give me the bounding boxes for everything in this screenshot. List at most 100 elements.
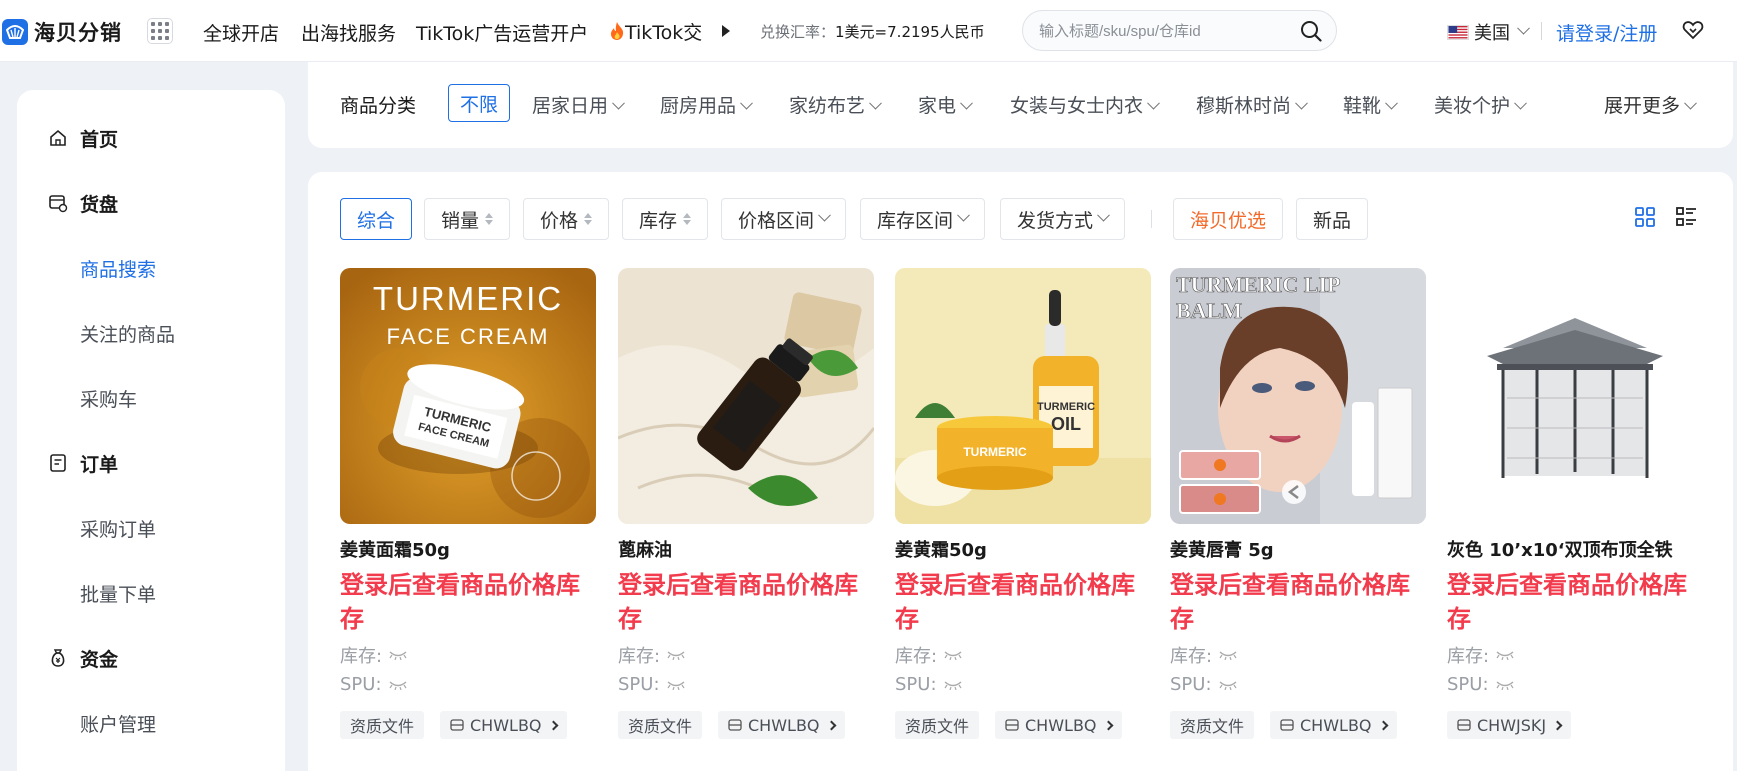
sidebar-item-account-management[interactable]: 账户管理 bbox=[17, 703, 285, 743]
stock-label: 库存: bbox=[1170, 646, 1213, 667]
sidebar-item-followed-products[interactable]: 关注的商品 bbox=[17, 313, 285, 353]
product-card[interactable]: 蓖麻油 登录后查看商品价格库存 库存: SPU: bbox=[618, 268, 874, 738]
exchange-rate-label: 兑换汇率： bbox=[760, 23, 836, 41]
warehouse-tag[interactable]: CHWLBQ bbox=[440, 711, 567, 739]
top-bar: 海贝分销 全球开店 出海找服务 TikTok广告运营开户 TikTok交 兑换汇… bbox=[0, 0, 1737, 62]
warehouse-tag[interactable]: CHWLBQ bbox=[1270, 711, 1397, 739]
product-spu: SPU: bbox=[1170, 674, 1238, 695]
category-home-textiles[interactable]: 家纺布艺 bbox=[789, 91, 882, 118]
qualification-docs-tag[interactable]: 资质文件 bbox=[895, 711, 980, 739]
sidebar-item-goods[interactable]: 货盘 bbox=[17, 183, 285, 223]
product-price-login-hint[interactable]: 登录后查看商品价格库存 bbox=[1170, 568, 1426, 636]
product-image[interactable]: TURMERIC FACE CREAM TURMERIC FACE CREAM bbox=[340, 268, 596, 524]
product-price-login-hint[interactable]: 登录后查看商品价格库存 bbox=[895, 568, 1151, 636]
hidden-eye-icon bbox=[389, 680, 407, 690]
filter-divider bbox=[1151, 210, 1152, 228]
category-appliances[interactable]: 家电 bbox=[918, 91, 973, 118]
warehouse-tag[interactable]: CHWJSKJ bbox=[1447, 711, 1572, 739]
category-womens-wear[interactable]: 女装与女士内衣 bbox=[1010, 91, 1160, 118]
product-image[interactable]: TURMERIC LIP BALM bbox=[1170, 268, 1426, 524]
sort-arrows-icon bbox=[485, 213, 494, 225]
category-expand-more[interactable]: 展开更多 bbox=[1604, 91, 1697, 118]
grid-view-icon[interactable] bbox=[1634, 206, 1656, 228]
search-icon[interactable] bbox=[1300, 20, 1322, 42]
product-stock: 库存: bbox=[895, 642, 963, 668]
nav-tiktok-ads[interactable]: TikTok广告运营开户 bbox=[416, 19, 588, 45]
filter-comprehensive[interactable]: 综合 bbox=[340, 198, 413, 240]
login-register-link[interactable]: 请登录/注册 bbox=[1556, 19, 1657, 46]
hidden-eye-icon bbox=[944, 651, 962, 660]
nav-global-store[interactable]: 全球开店 bbox=[203, 19, 279, 45]
filter-featured[interactable]: 海贝优选 bbox=[1173, 198, 1284, 240]
product-image[interactable] bbox=[1447, 268, 1703, 524]
filter-sales-sort[interactable]: 销量 bbox=[424, 198, 511, 240]
warehouse-code: CHWLBQ bbox=[470, 715, 542, 735]
goods-icon bbox=[49, 195, 68, 213]
category-kitchen[interactable]: 厨房用品 bbox=[660, 91, 753, 118]
product-card[interactable]: TURMERIC OIL TURMERIC 姜黄霜50g 登录后查看商品价格库存… bbox=[895, 268, 1151, 738]
filter-stock-range[interactable]: 库存区间 bbox=[860, 198, 986, 240]
product-card[interactable]: TURMERIC FACE CREAM TURMERIC FACE CREAM … bbox=[340, 268, 596, 738]
spu-label: SPU: bbox=[340, 674, 382, 695]
product-title[interactable]: 蓖麻油 bbox=[618, 536, 874, 562]
category-home-daily[interactable]: 居家日用 bbox=[532, 91, 625, 118]
product-image[interactable]: TURMERIC OIL TURMERIC bbox=[895, 268, 1151, 524]
filter-new-products[interactable]: 新品 bbox=[1296, 198, 1369, 240]
category-all-button[interactable]: 不限 bbox=[448, 84, 510, 122]
product-card[interactable]: 灰色 10’x10‘双顶布顶全铁 登录后查看商品价格库存 库存: SPU: bbox=[1447, 268, 1703, 738]
qualification-docs-tag[interactable]: 资质文件 bbox=[340, 711, 425, 739]
chevron-down-icon bbox=[1097, 208, 1110, 222]
sidebar-item-purchase-orders[interactable]: 采购订单 bbox=[17, 508, 285, 548]
product-price-login-hint[interactable]: 登录后查看商品价格库存 bbox=[1447, 568, 1703, 636]
chevron-down-icon bbox=[1385, 96, 1398, 110]
filter-stock-sort[interactable]: 库存 bbox=[622, 198, 709, 240]
category-shoes[interactable]: 鞋靴 bbox=[1343, 91, 1398, 118]
filter-label: 价格 bbox=[540, 209, 579, 232]
sidebar-item-home[interactable]: 首页 bbox=[17, 118, 285, 158]
hidden-eye-icon bbox=[1496, 651, 1514, 660]
stock-label: 库存: bbox=[1447, 646, 1490, 667]
warehouse-tag[interactable]: CHWLBQ bbox=[718, 711, 845, 739]
nav-scroll-right-icon[interactable] bbox=[722, 25, 730, 37]
region-selector[interactable]: 美国 bbox=[1447, 19, 1530, 45]
sidebar-item-bulk-order[interactable]: 批量下单 bbox=[17, 573, 285, 613]
search-input[interactable] bbox=[1039, 20, 1289, 42]
product-title[interactable]: 姜黄面霜50g bbox=[340, 536, 596, 562]
bottle-label-text: TURMERIC bbox=[1037, 401, 1095, 413]
product-title[interactable]: 姜黄唇膏 5g bbox=[1170, 536, 1426, 562]
apps-grid-icon[interactable] bbox=[147, 18, 173, 44]
list-view-icon[interactable] bbox=[1675, 206, 1697, 228]
category-beauty[interactable]: 美妆个护 bbox=[1434, 91, 1527, 118]
filter-price-sort[interactable]: 价格 bbox=[523, 198, 610, 240]
sidebar-item-label: 商品搜索 bbox=[80, 258, 157, 281]
nav-tiktok-shop-label: TikTok交 bbox=[625, 21, 703, 44]
product-title[interactable]: 灰色 10’x10‘双顶布顶全铁 bbox=[1447, 536, 1703, 562]
sidebar-item-label: 采购订单 bbox=[80, 518, 157, 541]
hidden-eye-icon bbox=[944, 680, 962, 690]
category-label: 美妆个护 bbox=[1434, 95, 1511, 117]
product-title[interactable]: 姜黄霜50g bbox=[895, 536, 1151, 562]
sidebar-item-product-search[interactable]: 商品搜索 bbox=[17, 248, 285, 288]
sidebar-item-orders[interactable]: 订单 bbox=[17, 443, 285, 483]
category-muslim-fashion[interactable]: 穆斯林时尚 bbox=[1196, 91, 1308, 118]
sidebar-item-funds[interactable]: 资金 bbox=[17, 638, 285, 678]
qualification-docs-tag[interactable]: 资质文件 bbox=[618, 711, 703, 739]
qualification-docs-tag[interactable]: 资质文件 bbox=[1170, 711, 1255, 739]
favorites-heart-icon[interactable] bbox=[1682, 20, 1704, 40]
nav-tiktok-shop[interactable]: TikTok交 bbox=[609, 19, 703, 44]
product-card[interactable]: TURMERIC LIP BALM 姜黄唇膏 5g 登录后查看商品价格库存 库存… bbox=[1170, 268, 1426, 738]
sidebar-item-label: 采购车 bbox=[80, 388, 138, 411]
nav-overseas-service[interactable]: 出海找服务 bbox=[301, 19, 396, 45]
chevron-down-icon bbox=[960, 96, 973, 110]
product-image[interactable] bbox=[618, 268, 874, 524]
warehouse-code: CHWJSKJ bbox=[1477, 715, 1547, 735]
chevron-down-icon bbox=[1295, 96, 1308, 110]
product-price-login-hint[interactable]: 登录后查看商品价格库存 bbox=[618, 568, 874, 636]
sidebar-item-label: 关注的商品 bbox=[80, 323, 176, 346]
filter-shipping-method[interactable]: 发货方式 bbox=[1000, 198, 1126, 240]
product-price-login-hint[interactable]: 登录后查看商品价格库存 bbox=[340, 568, 596, 636]
sidebar-item-purchase-cart[interactable]: 采购车 bbox=[17, 378, 285, 418]
filter-price-range[interactable]: 价格区间 bbox=[721, 198, 847, 240]
brand-logo[interactable]: 海贝分销 bbox=[2, 14, 122, 50]
warehouse-tag[interactable]: CHWLBQ bbox=[995, 711, 1122, 739]
